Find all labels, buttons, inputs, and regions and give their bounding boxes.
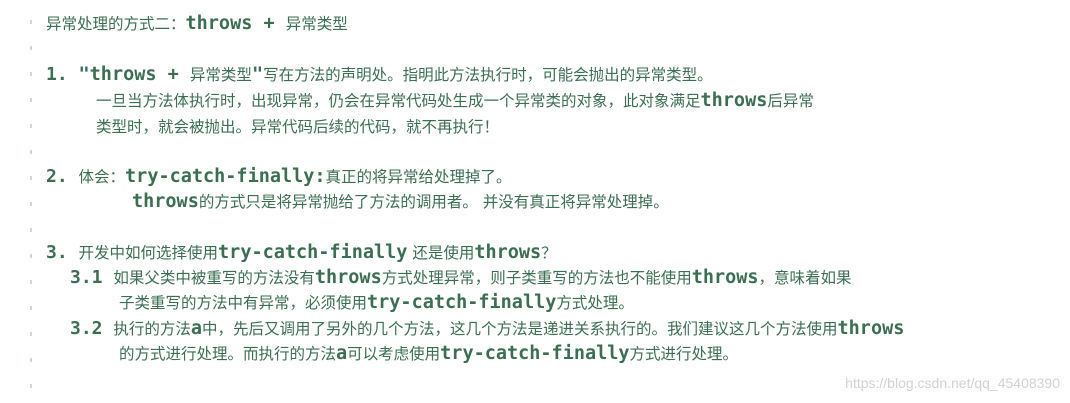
point3-2-line2-code-b: try-catch-finally bbox=[440, 343, 630, 364]
point3-2-code-b: throws bbox=[837, 318, 905, 339]
point3-1-number: 3.1 bbox=[70, 267, 103, 288]
point3-line1: 3. 开发中如何选择使用try-catch-finally 还是使用throws… bbox=[46, 241, 557, 265]
point3-2-number: 3.2 bbox=[70, 318, 103, 339]
point3-text-a: 开发中如何选择使用 bbox=[78, 244, 219, 262]
point3-1-code-a: throws bbox=[314, 267, 382, 288]
gutter-marker bbox=[30, 280, 32, 284]
gutter-marker bbox=[30, 306, 32, 310]
point1-line3: 类型时，就会被抛出。异常代码后续的代码，就不再执行！ bbox=[96, 115, 499, 139]
point3-1-line2: 子类重写的方法中有异常，必须使用try-catch-finally方式处理。 bbox=[119, 291, 634, 315]
point2-text: 真正的将异常给处理掉了。 bbox=[325, 168, 512, 186]
point2-code: try-catch-finally: bbox=[125, 166, 326, 187]
point3-2-text-b: 中，先后又调用了另外的几个方法，这几个方法是递进关系执行的。我们建议这几个方法使… bbox=[202, 320, 838, 338]
point3-code-a: try-catch-finally bbox=[218, 242, 408, 263]
point3-2-line2-c: 方式进行处理。 bbox=[629, 345, 739, 363]
point3-1-text-c: ，意味着如果 bbox=[758, 269, 852, 287]
point2-number: 2. bbox=[46, 166, 68, 187]
heading-text: 异常处理的方式二： bbox=[46, 15, 186, 33]
point3-1-line2-b: 方式处理。 bbox=[556, 294, 634, 312]
gutter-marker bbox=[30, 202, 32, 206]
gutter-marker bbox=[30, 46, 32, 50]
gutter-marker bbox=[30, 254, 32, 258]
point1-line2-a: 一旦当方法体执行时，出现异常，仍会在异常代码处生成一个异常类的对象，此对象满足 bbox=[96, 92, 701, 110]
point3-2-line2-b: 可以考虑使用 bbox=[347, 345, 441, 363]
point1-line3-text: 类型时，就会被抛出。异常代码后续的代码，就不再执行！ bbox=[96, 118, 500, 136]
point2-line2-text: 的方式只是将异常抛给了方法的调用者。 并没有真正将异常处理掉。 bbox=[198, 193, 669, 211]
point2-line2-code: throws bbox=[132, 191, 199, 212]
point3-2-text-a: 执行的方法 bbox=[113, 320, 191, 338]
point1-line1: 1. "throws + 异常类型"写在方法的声明处。指明此方法执行时，可能会抛… bbox=[46, 63, 713, 87]
point2-label: 体会： bbox=[78, 168, 126, 186]
point3-2-line2-code-a: a bbox=[336, 343, 348, 364]
point3-code-b: throws bbox=[474, 242, 542, 263]
gutter-marker bbox=[30, 358, 32, 362]
point3-1-text-b: 方式处理异常，则子类重写的方法也不能使用 bbox=[381, 269, 692, 287]
point3-1-line2-code: try-catch-finally bbox=[367, 292, 557, 313]
heading-tail: 异常类型 bbox=[285, 15, 348, 33]
point3-1-text-a: 如果父类中被重写的方法没有 bbox=[113, 269, 315, 287]
watermark-url: https://blog.csdn.net/qq_45408390 bbox=[845, 375, 1060, 391]
gutter-marker bbox=[30, 150, 32, 154]
heading-line: 异常处理的方式二：throws + 异常类型 bbox=[46, 12, 348, 36]
point3-2-line2-a: 的方式进行处理。而执行的方法 bbox=[119, 345, 337, 363]
point3-2-code-a: a bbox=[190, 318, 203, 339]
point1-line2: 一旦当方法体执行时，出现异常，仍会在异常代码处生成一个异常类的对象，此对象满足t… bbox=[96, 89, 814, 113]
gutter-marker bbox=[30, 20, 32, 24]
gutter-marker bbox=[30, 228, 32, 232]
point3-2-line1: 3.2 执行的方法a中，先后又调用了另外的几个方法，这几个方法是递进关系执行的。… bbox=[70, 317, 904, 341]
point1-code-open: "throws + bbox=[78, 64, 190, 85]
point2-line2: throws的方式只是将异常抛给了方法的调用者。 并没有真正将异常处理掉。 bbox=[132, 190, 669, 214]
point1-text: 写在方法的声明处。指明此方法执行时，可能会抛出的异常类型。 bbox=[263, 66, 713, 84]
gutter-marker bbox=[30, 98, 32, 102]
point3-text-c: ？ bbox=[541, 244, 557, 262]
gutter-marker bbox=[30, 176, 32, 180]
point3-1-line1: 3.1 如果父类中被重写的方法没有throws方式处理异常，则子类重写的方法也不… bbox=[70, 266, 852, 290]
point3-1-code-b: throws bbox=[691, 267, 759, 288]
gutter-marker bbox=[30, 384, 32, 388]
point1-line2-b: 后异常 bbox=[767, 92, 814, 110]
point3-1-line2-a: 子类重写的方法中有异常，必须使用 bbox=[119, 294, 368, 312]
heading-code: throws + bbox=[185, 13, 286, 34]
point3-text-b: 还是使用 bbox=[407, 244, 475, 262]
editor-gutter bbox=[30, 0, 40, 403]
gutter-marker bbox=[30, 332, 32, 336]
point2-line1: 2. 体会：try-catch-finally:真正的将异常给处理掉了。 bbox=[46, 165, 512, 189]
point3-2-line2: 的方式进行处理。而执行的方法a可以考虑使用try-catch-finally方式… bbox=[119, 342, 738, 366]
code-editor: 异常处理的方式二：throws + 异常类型 1. "throws + 异常类型… bbox=[0, 0, 1070, 403]
point3-number: 3. bbox=[46, 242, 68, 263]
point1-number: 1. bbox=[46, 64, 68, 85]
gutter-marker bbox=[30, 72, 32, 76]
point1-code-close: " bbox=[251, 64, 264, 85]
gutter-marker bbox=[30, 124, 32, 128]
point1-cn-type: 异常类型 bbox=[189, 66, 252, 84]
point1-line2-code: throws bbox=[700, 90, 768, 111]
